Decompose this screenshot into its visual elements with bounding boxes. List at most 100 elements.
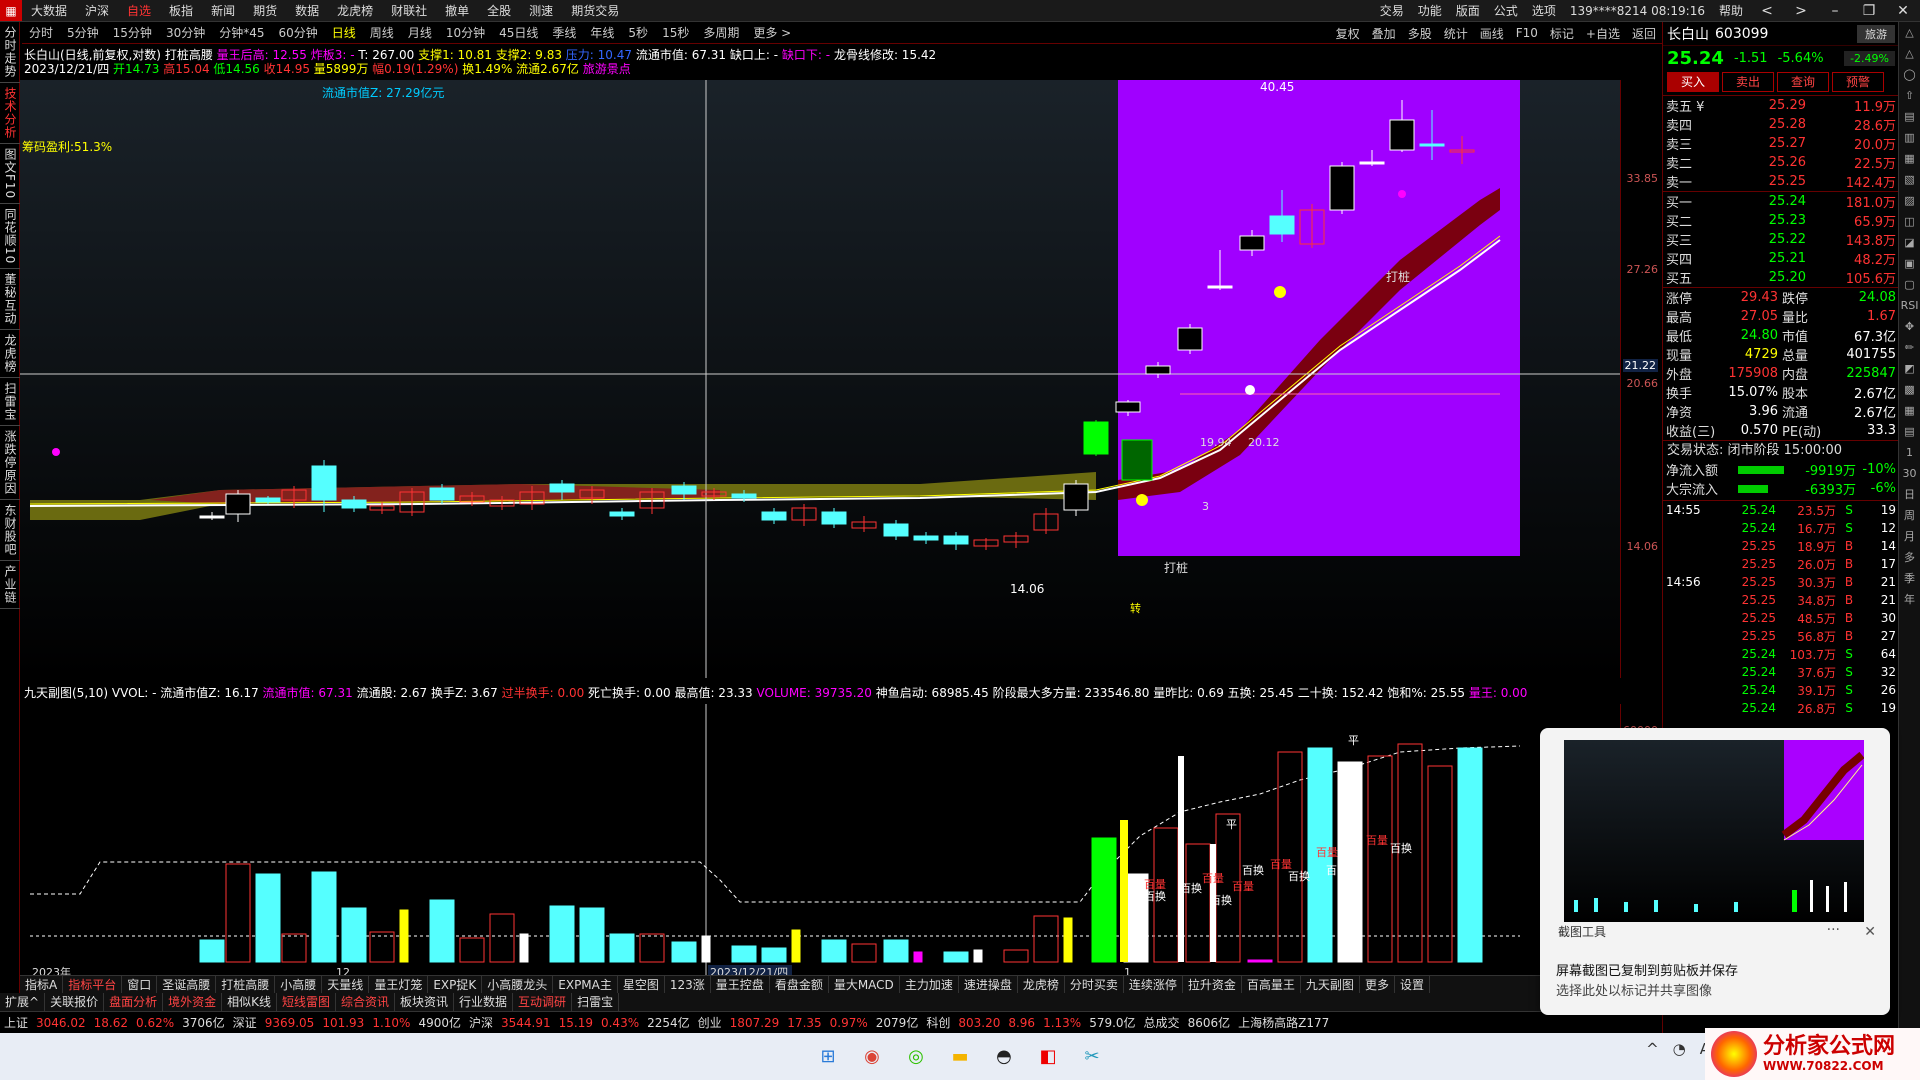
left-tab[interactable]: 图文F10 bbox=[0, 144, 21, 205]
more-icon[interactable]: ··· bbox=[1827, 922, 1840, 938]
bid-row[interactable]: 买二 25.23 65.9万 bbox=[1663, 211, 1899, 230]
side-tool-icon[interactable]: ◯ bbox=[1899, 64, 1920, 85]
volume-bar[interactable] bbox=[701, 935, 711, 963]
period-tab[interactable]: 分时 bbox=[22, 24, 60, 41]
indicator-button[interactable]: 窗口 bbox=[122, 976, 158, 993]
candle[interactable] bbox=[851, 516, 877, 532]
side-tool-icon[interactable]: ▣ bbox=[1899, 253, 1920, 274]
indicator-button[interactable]: 连续涨停 bbox=[1124, 976, 1183, 993]
menu-item[interactable]: 新闻 bbox=[202, 0, 244, 21]
sector-tag[interactable]: 旅游 bbox=[1857, 24, 1895, 43]
period-tab[interactable]: 5秒 bbox=[621, 24, 655, 41]
candle[interactable] bbox=[761, 508, 787, 524]
menu-item[interactable]: 自选 bbox=[118, 0, 160, 21]
menu-item[interactable]: 财联社 bbox=[382, 0, 436, 21]
kline-canvas[interactable] bbox=[20, 80, 1620, 678]
volume-bar[interactable] bbox=[255, 873, 281, 963]
candle[interactable] bbox=[1083, 420, 1109, 456]
chart-tool-button[interactable]: F10 bbox=[1510, 26, 1544, 40]
indicator-button[interactable]: 九天副图 bbox=[1301, 976, 1360, 993]
volume-bar[interactable] bbox=[311, 871, 337, 963]
volume-bar[interactable] bbox=[1063, 917, 1073, 963]
menu-right-item[interactable]: 选项 bbox=[1525, 0, 1563, 21]
bid-row[interactable]: 买四 25.21 48.2万 bbox=[1663, 249, 1899, 268]
volume-bar[interactable] bbox=[1120, 820, 1128, 962]
extension-button[interactable]: 互动调研 bbox=[513, 993, 573, 1011]
menu-right-item[interactable]: 功能 bbox=[1411, 0, 1449, 21]
side-tool-icon[interactable]: ▩ bbox=[1899, 379, 1920, 400]
indicator-button[interactable]: 量王灯笼 bbox=[369, 976, 429, 993]
volume-bar[interactable] bbox=[1277, 751, 1303, 963]
ask-row[interactable]: 卖四 25.28 28.6万 bbox=[1663, 115, 1899, 134]
indicator-button[interactable]: 看盘金额 bbox=[770, 976, 829, 993]
menu-item[interactable]: 龙虎榜 bbox=[328, 0, 382, 21]
side-tool-icon[interactable]: 日 bbox=[1899, 484, 1920, 505]
menu-right-item[interactable]: 帮助 bbox=[1712, 0, 1750, 21]
period-tab[interactable]: 5分钟 bbox=[60, 24, 106, 41]
period-tab[interactable]: 年线 bbox=[583, 24, 621, 41]
volume-bar[interactable] bbox=[489, 913, 515, 963]
candle[interactable] bbox=[1177, 324, 1203, 354]
menu-item[interactable]: 沪深 bbox=[76, 0, 118, 21]
indicator-button[interactable]: 龙虎榜 bbox=[1018, 976, 1065, 993]
chart-tool-button[interactable]: 叠加 bbox=[1366, 25, 1402, 42]
candle[interactable] bbox=[973, 538, 999, 550]
close-icon[interactable]: ✕ bbox=[1864, 924, 1876, 940]
side-tool-icon[interactable]: ▢ bbox=[1899, 274, 1920, 295]
period-tab[interactable]: 15秒 bbox=[655, 24, 696, 41]
side-tool-icon[interactable]: △ bbox=[1899, 22, 1920, 43]
volume-bar[interactable] bbox=[639, 933, 665, 963]
volume-bar[interactable] bbox=[1457, 747, 1483, 963]
sub-title[interactable]: 九天副图(5,10) bbox=[24, 686, 108, 700]
index-field[interactable]: 上海杨高路Z177 bbox=[1234, 1014, 1333, 1031]
candle[interactable] bbox=[913, 532, 939, 544]
volume-bar[interactable] bbox=[549, 905, 575, 963]
period-tab[interactable]: 日线 bbox=[325, 24, 363, 41]
side-tool-icon[interactable]: 30 bbox=[1899, 463, 1920, 484]
volume-bar[interactable] bbox=[1247, 959, 1273, 963]
extension-button[interactable]: 行业数据 bbox=[454, 993, 514, 1011]
chart-tool-button[interactable]: +自选 bbox=[1580, 25, 1626, 42]
indicator-button[interactable]: 星空图 bbox=[618, 976, 665, 993]
period-tab[interactable]: 季线 bbox=[545, 24, 583, 41]
forward-icon[interactable]: > bbox=[1784, 0, 1818, 21]
period-tab[interactable]: 60分钟 bbox=[272, 24, 325, 41]
ask-row[interactable]: 卖五 ¥ 25.29 11.9万 bbox=[1663, 96, 1899, 115]
volume-bar[interactable] bbox=[519, 933, 529, 963]
indicator-button[interactable]: 量大MACD bbox=[829, 976, 900, 993]
volume-bar[interactable] bbox=[671, 941, 697, 963]
left-tab[interactable]: 龙虎榜 bbox=[0, 330, 21, 379]
side-tool-icon[interactable]: ◪ bbox=[1899, 232, 1920, 253]
side-tool-icon[interactable]: ▤ bbox=[1899, 421, 1920, 442]
bid-row[interactable]: 买三 25.22 143.8万 bbox=[1663, 230, 1899, 249]
left-tab[interactable]: 技术分析 bbox=[0, 83, 21, 144]
period-tab[interactable]: 多周期 bbox=[696, 24, 746, 41]
extension-button[interactable]: 扫雷宝 bbox=[572, 993, 620, 1011]
volume-bar[interactable] bbox=[341, 907, 367, 963]
volume-bar[interactable] bbox=[609, 933, 635, 963]
minimize-icon[interactable]: – bbox=[1818, 0, 1852, 21]
volume-bar[interactable] bbox=[429, 899, 455, 963]
candle[interactable] bbox=[199, 512, 225, 520]
left-tab[interactable]: 分时走势 bbox=[0, 22, 21, 83]
period-tab[interactable]: 月线 bbox=[401, 24, 439, 41]
extension-button[interactable]: 扩展^ bbox=[0, 993, 46, 1011]
chart-tool-button[interactable]: 复权 bbox=[1330, 25, 1366, 42]
volume-bar[interactable] bbox=[1337, 761, 1363, 963]
chart-tool-button[interactable]: 返回 bbox=[1626, 25, 1662, 42]
snip-notification[interactable]: 截图工具 ··· ✕ 屏幕截图已复制到剪贴板并保存 选择此处以标记并共享图像 bbox=[1540, 728, 1890, 1015]
indicator-button[interactable]: 圣诞高腰 bbox=[157, 976, 217, 993]
extension-button[interactable]: 关联报价 bbox=[45, 993, 105, 1011]
volume-bar[interactable] bbox=[761, 947, 787, 963]
volume-bar[interactable] bbox=[1178, 756, 1184, 962]
volume-bar[interactable] bbox=[791, 929, 801, 963]
period-tab[interactable]: 15分钟 bbox=[106, 24, 159, 41]
side-tool-icon[interactable]: ⇧ bbox=[1899, 85, 1920, 106]
volume-bar[interactable] bbox=[943, 951, 969, 963]
tray-expand-icon[interactable]: ^ bbox=[1646, 1040, 1659, 1058]
volume-bar[interactable] bbox=[731, 945, 757, 963]
extension-button[interactable]: 境外资金 bbox=[163, 993, 223, 1011]
left-tab[interactable]: 同花顺10 bbox=[0, 204, 21, 270]
ask-row[interactable]: 卖二 25.26 22.5万 bbox=[1663, 153, 1899, 172]
left-tab[interactable]: 扫雷宝 bbox=[0, 378, 21, 427]
